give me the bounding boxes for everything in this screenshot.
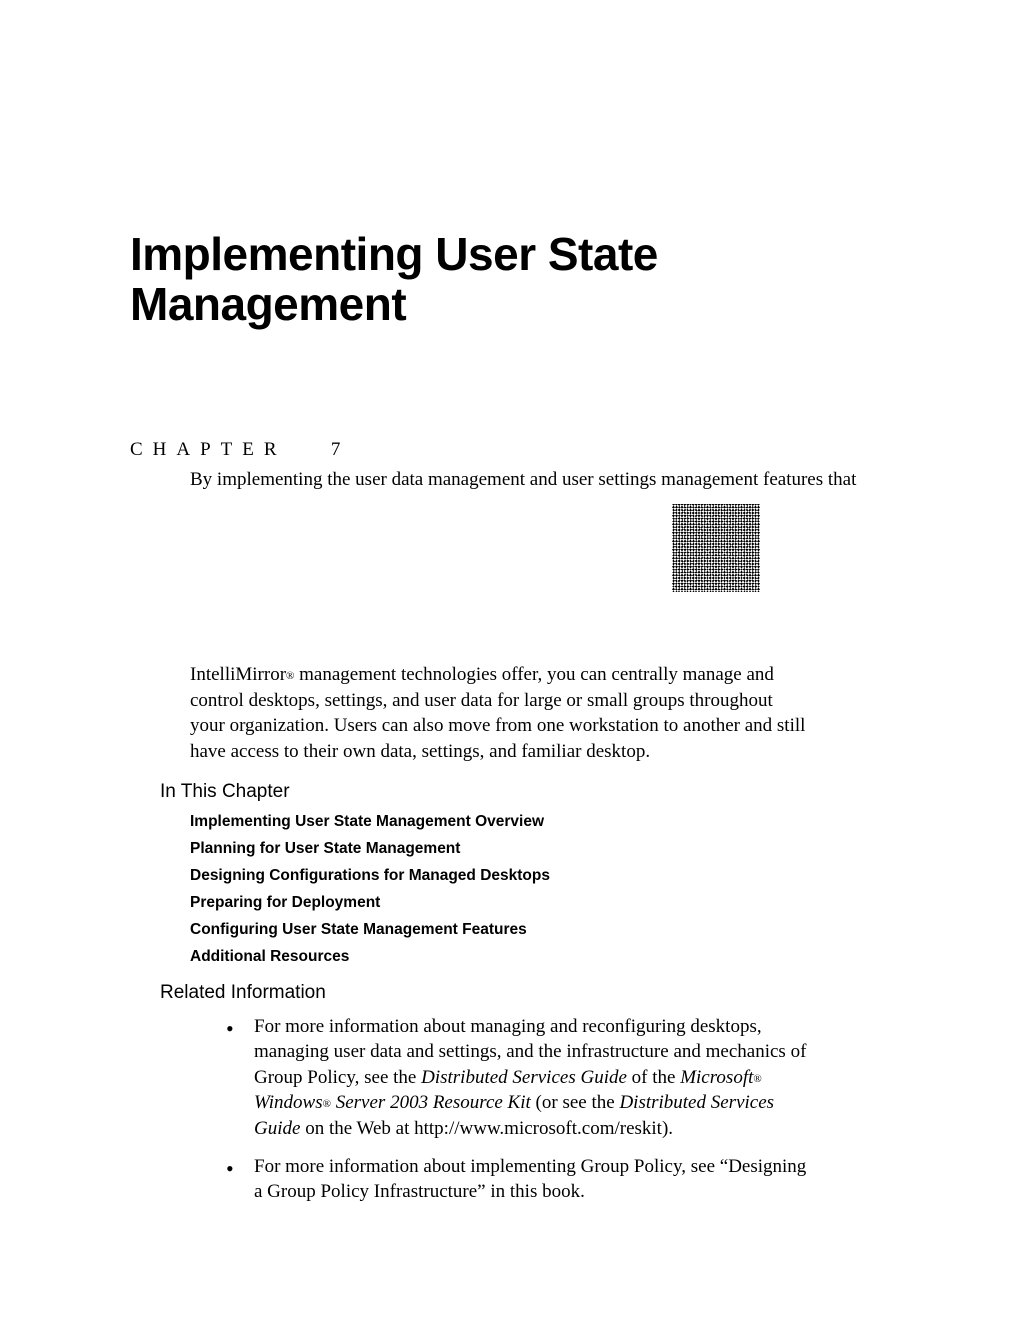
text-run: For more information about implementing … [254,1156,806,1203]
related-info-list: For more information about managing and … [220,1014,810,1205]
chapter-word: CHAPTER [130,439,287,460]
qr-code-graphic [672,504,760,592]
text-run: (or see the [531,1092,620,1113]
section-heading-in-this-chapter: In This Chapter [160,781,880,803]
text-run: of the [627,1067,680,1088]
document-page: Implementing User State Management CHAPT… [0,0,1020,1205]
toc-item: Planning for User State Management [190,840,880,858]
chapter-label: CHAPTER 7 [130,439,880,461]
toc-item: Designing Configurations for Managed Des… [190,867,880,885]
toc-item: Implementing User State Management Overv… [190,813,880,831]
intro-paragraph-line: By implementing the user data management… [190,467,880,494]
text-run: on the Web at http://www.microsoft.com/r… [300,1118,673,1139]
text-run: IntelliMirror [190,664,286,685]
registered-mark-icon: ® [323,1098,331,1110]
section-heading-related-information: Related Information [160,982,880,1004]
list-item: For more information about managing and … [220,1014,810,1142]
text-run-italic: Server 2003 Resource Kit [336,1092,531,1113]
list-item: For more information about implementing … [220,1154,810,1205]
toc-item: Configuring User State Management Featur… [190,921,880,939]
document-title: Implementing User State Management [130,230,880,329]
registered-mark-icon: ® [753,1073,761,1085]
text-run-italic: Windows [254,1092,323,1113]
text-run-italic: Distributed Services Guide [421,1067,627,1088]
toc-list: Implementing User State Management Overv… [190,813,880,966]
toc-item: Additional Resources [190,948,880,966]
registered-mark-icon: ® [286,670,294,682]
body-paragraph: IntelliMirror® management technologies o… [190,662,810,765]
toc-item: Preparing for Deployment [190,894,880,912]
text-run-italic: Microsoft [680,1067,753,1088]
chapter-number: 7 [331,439,351,460]
